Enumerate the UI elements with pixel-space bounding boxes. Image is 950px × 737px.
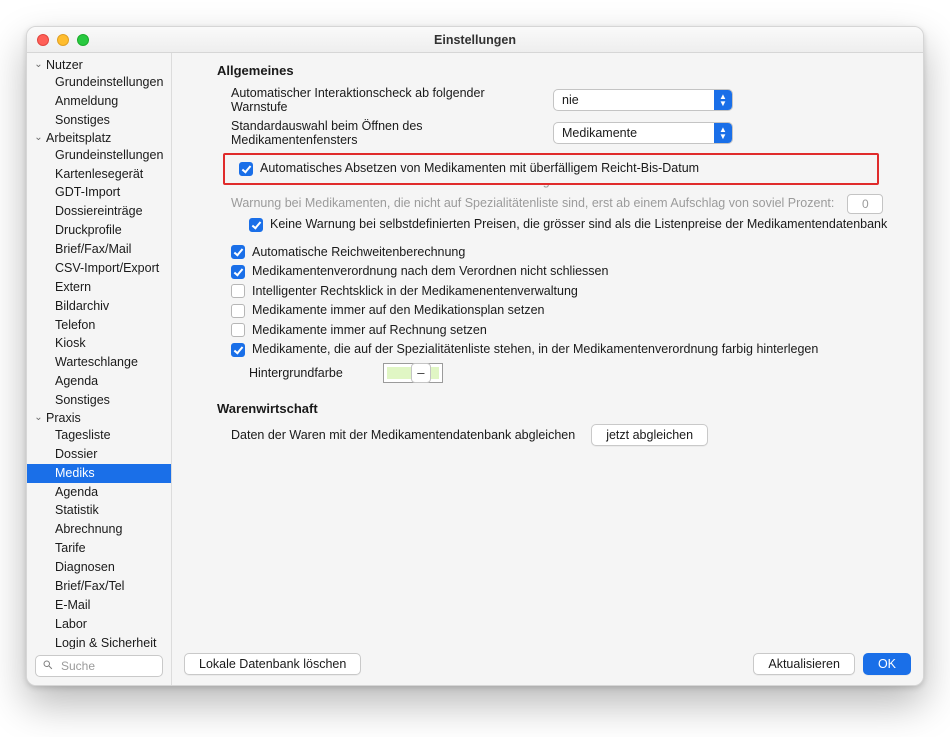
checkbox-no-warning-custom[interactable] xyxy=(249,218,263,232)
label-warning-non-list: Warnung bei Medikamenten, die nicht auf … xyxy=(231,195,834,213)
checkbox-auto-range[interactable] xyxy=(231,245,245,259)
checkbox-color-highlight[interactable] xyxy=(231,343,245,357)
sidebar-item-bildarchiv[interactable]: Bildarchiv xyxy=(27,297,171,316)
label-no-warning-custom: Keine Warnung bei selbstdefinierten Prei… xyxy=(270,216,887,234)
select-default-window[interactable]: Medikamente ▲▼ xyxy=(553,122,733,144)
footer: Lokale Datenbank löschen Aktualisieren O… xyxy=(172,647,923,685)
label-sync-data: Daten der Waren mit der Medikamentendate… xyxy=(231,428,575,442)
sidebar-item-mediks[interactable]: Mediks xyxy=(27,464,171,483)
sidebar-item-dossier[interactable]: Dossier xyxy=(27,445,171,464)
window-title: Einstellungen xyxy=(434,33,516,47)
sidebar-item-brief-fax-mail[interactable]: Brief/Fax/Mail xyxy=(27,240,171,259)
minimize-icon[interactable] xyxy=(57,34,69,46)
label-interaction-check: Automatischer Interaktionscheck ab folge… xyxy=(231,86,541,114)
sidebar-item-nutzer-grundeinstellungen[interactable]: Grundeinstellungen xyxy=(27,73,171,92)
updown-icon: ▲▼ xyxy=(714,89,732,111)
checkbox-dont-close[interactable] xyxy=(231,265,245,279)
zoom-icon[interactable] xyxy=(77,34,89,46)
sidebar-item-kiosk[interactable]: Kiosk xyxy=(27,334,171,353)
section-title-inventory: Warenwirtschaft xyxy=(217,401,905,416)
sidebar-item-tarife[interactable]: Tarife xyxy=(27,539,171,558)
sidebar-item-dossiereintraege[interactable]: Dossiereinträge xyxy=(27,202,171,221)
label-bg-color: Hintergrundfarbe xyxy=(249,366,343,380)
clear-db-button[interactable]: Lokale Datenbank löschen xyxy=(184,653,361,675)
chevron-down-icon: ⌄ xyxy=(33,133,44,143)
chevron-down-icon: ⌄ xyxy=(33,60,44,70)
sidebar-item-druckprofile[interactable]: Druckprofile xyxy=(27,221,171,240)
highlight-box: Automatisches Absetzen von Medikamenten … xyxy=(223,153,879,185)
input-surcharge-percent[interactable]: 0 xyxy=(847,194,883,214)
main-panel: Allgemeines Automatischer Interaktionsch… xyxy=(172,53,923,685)
sidebar-item-gdt-import[interactable]: GDT-Import xyxy=(27,183,171,202)
sidebar-nav: ⌄ Nutzer Grundeinstellungen Anmeldung So… xyxy=(27,53,171,649)
sidebar-item-abrechnung[interactable]: Abrechnung xyxy=(27,520,171,539)
select-value: Medikamente xyxy=(562,126,637,140)
sidebar-item-nutzer-sonstiges[interactable]: Sonstiges xyxy=(27,111,171,130)
close-icon[interactable] xyxy=(37,34,49,46)
checkbox-auto-discontinue[interactable] xyxy=(239,162,253,176)
sidebar-group-label: Praxis xyxy=(46,411,81,425)
sidebar-item-warteschlange[interactable]: Warteschlange xyxy=(27,353,171,372)
checkbox-intelligent-rightclick[interactable] xyxy=(231,284,245,298)
chevron-down-icon: ⌄ xyxy=(33,413,44,423)
update-button[interactable]: Aktualisieren xyxy=(753,653,855,675)
sidebar-item-statistik[interactable]: Statistik xyxy=(27,501,171,520)
sidebar-item-tagesliste[interactable]: Tagesliste xyxy=(27,426,171,445)
sidebar-item-email[interactable]: E-Mail xyxy=(27,596,171,615)
sidebar-group-label: Nutzer xyxy=(46,58,83,72)
sidebar-item-arbeitsplatz-agenda[interactable]: Agenda xyxy=(27,372,171,391)
search-field[interactable] xyxy=(35,655,163,677)
sidebar-group-arbeitsplatz[interactable]: ⌄ Arbeitsplatz xyxy=(27,130,171,146)
label-default-window: Standardauswahl beim Öffnen des Medikame… xyxy=(231,119,541,147)
sidebar-item-extern[interactable]: Extern xyxy=(27,278,171,297)
clear-color-button[interactable]: – xyxy=(411,363,431,383)
sidebar-item-praxis-agenda[interactable]: Agenda xyxy=(27,483,171,502)
search-icon xyxy=(42,659,54,674)
checkbox-always-invoice[interactable] xyxy=(231,323,245,337)
label-intelligent-rightclick: Intelligenter Rechtsklick in der Medikam… xyxy=(252,283,578,301)
sidebar-group-label: Arbeitsplatz xyxy=(46,131,111,145)
select-interaction-level[interactable]: nie ▲▼ xyxy=(553,89,733,111)
sidebar-item-diagnosen[interactable]: Diagnosen xyxy=(27,558,171,577)
sidebar-item-arbeitsplatz-grundeinstellungen[interactable]: Grundeinstellungen xyxy=(27,146,171,165)
sidebar-item-telefon[interactable]: Telefon xyxy=(27,316,171,335)
checkbox-always-plan[interactable] xyxy=(231,304,245,318)
select-value: nie xyxy=(562,93,579,107)
sync-now-button[interactable]: jetzt abgleichen xyxy=(591,424,708,446)
sidebar-item-anmeldung[interactable]: Anmeldung xyxy=(27,92,171,111)
label-dont-close: Medikamentenverordnung nach dem Verordne… xyxy=(252,263,608,281)
sidebar-item-csv-import-export[interactable]: CSV-Import/Export xyxy=(27,259,171,278)
ok-button[interactable]: OK xyxy=(863,653,911,675)
label-auto-discontinue: Automatisches Absetzen von Medikamenten … xyxy=(260,160,699,178)
sidebar-item-labor[interactable]: Labor xyxy=(27,615,171,634)
sidebar-group-praxis[interactable]: ⌄ Praxis xyxy=(27,410,171,426)
label-auto-range: Automatische Reichweitenberechnung xyxy=(252,244,465,262)
updown-icon: ▲▼ xyxy=(714,122,732,144)
sidebar-item-login-sicherheit[interactable]: Login & Sicherheit xyxy=(27,634,171,650)
sidebar-group-nutzer[interactable]: ⌄ Nutzer xyxy=(27,57,171,73)
sidebar-item-kartenlesegeraet[interactable]: Kartenlesegerät xyxy=(27,165,171,184)
titlebar: Einstellungen xyxy=(27,27,923,53)
label-color-highlight: Medikamente, die auf der Spezialitätenli… xyxy=(252,341,818,359)
settings-window: Einstellungen ⌄ Nutzer Grundeinstellunge… xyxy=(26,26,924,686)
label-always-plan: Medikamente immer auf den Medikationspla… xyxy=(252,302,545,320)
sidebar: ⌄ Nutzer Grundeinstellungen Anmeldung So… xyxy=(27,53,172,685)
sidebar-item-arbeitsplatz-sonstiges[interactable]: Sonstiges xyxy=(27,391,171,410)
sidebar-item-brief-fax-tel[interactable]: Brief/Fax/Tel xyxy=(27,577,171,596)
label-always-invoice: Medikamente immer auf Rechnung setzen xyxy=(252,322,487,340)
section-title-general: Allgemeines xyxy=(217,63,905,78)
